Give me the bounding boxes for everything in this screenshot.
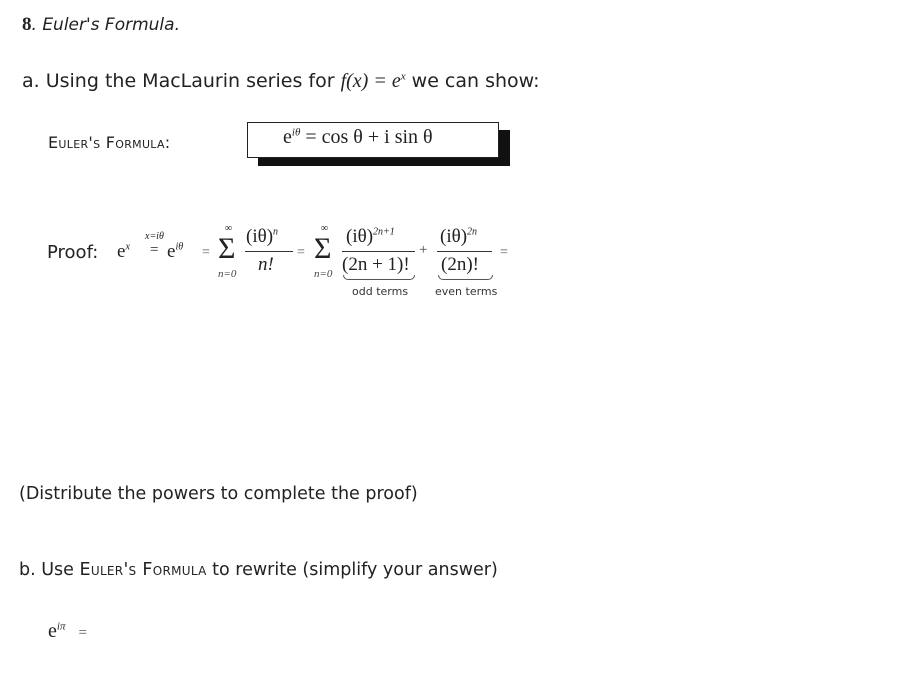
e-to-i-pi-expression: eiπ = [48, 620, 87, 642]
equals-sign: = [297, 245, 305, 260]
euler-formula-reference: Euler's Formula [79, 560, 207, 580]
part-a-prefix: a. Using the MacLaurin series for [22, 70, 341, 92]
even-fraction-bar [437, 251, 492, 252]
sum1-fraction-bar [245, 251, 293, 252]
equals-sign: = [150, 242, 159, 258]
part-b-intro: b. Use Euler's Formula to rewrite (simpl… [19, 560, 498, 580]
plus-sign: + [419, 242, 428, 258]
proof-instruction: (Distribute the powers to complete the p… [19, 484, 418, 504]
even-numerator: (iθ)2n [440, 226, 478, 247]
euler-formula: eiθ = cos θ + i sin θ [283, 126, 433, 148]
odd-numerator: (iθ)2n+1 [346, 226, 395, 247]
trailing-equals: = [500, 245, 508, 260]
sum2-lower: n=0 [314, 268, 333, 280]
e-to-x: ex [117, 241, 130, 262]
substitution-label: x=iθ [145, 231, 164, 242]
even-denominator: (2n)! [441, 254, 479, 275]
function-expression: f(x) = ex [340, 70, 406, 92]
problem-heading: 8. Euler's Formula. [22, 14, 180, 36]
sum1-denominator: n! [258, 254, 274, 275]
sum1-numerator: (iθ)n [246, 226, 279, 247]
part-a-suffix: we can show: [405, 70, 540, 92]
sum1-lower: n=0 [218, 268, 237, 280]
e-to-itheta: eiθ [167, 241, 184, 262]
odd-terms-brace [343, 275, 415, 280]
even-terms-brace [438, 275, 493, 280]
odd-denominator: (2n + 1)! [342, 254, 410, 275]
euler-formula-label: Euler's Formula: [48, 133, 171, 152]
sum1-sigma: Σ [218, 232, 236, 265]
problem-title: . Euler's Formula. [31, 15, 180, 35]
proof-label: Proof: [47, 242, 99, 263]
sum2-sigma: Σ [314, 232, 332, 265]
even-terms-label: even terms [435, 285, 498, 298]
equals-sign: = [202, 245, 210, 260]
problem-number: 8 [22, 14, 32, 35]
odd-terms-label: odd terms [352, 285, 409, 298]
odd-fraction-bar [342, 251, 415, 252]
part-a-intro: a. Using the MacLaurin series for f(x) =… [22, 70, 540, 93]
